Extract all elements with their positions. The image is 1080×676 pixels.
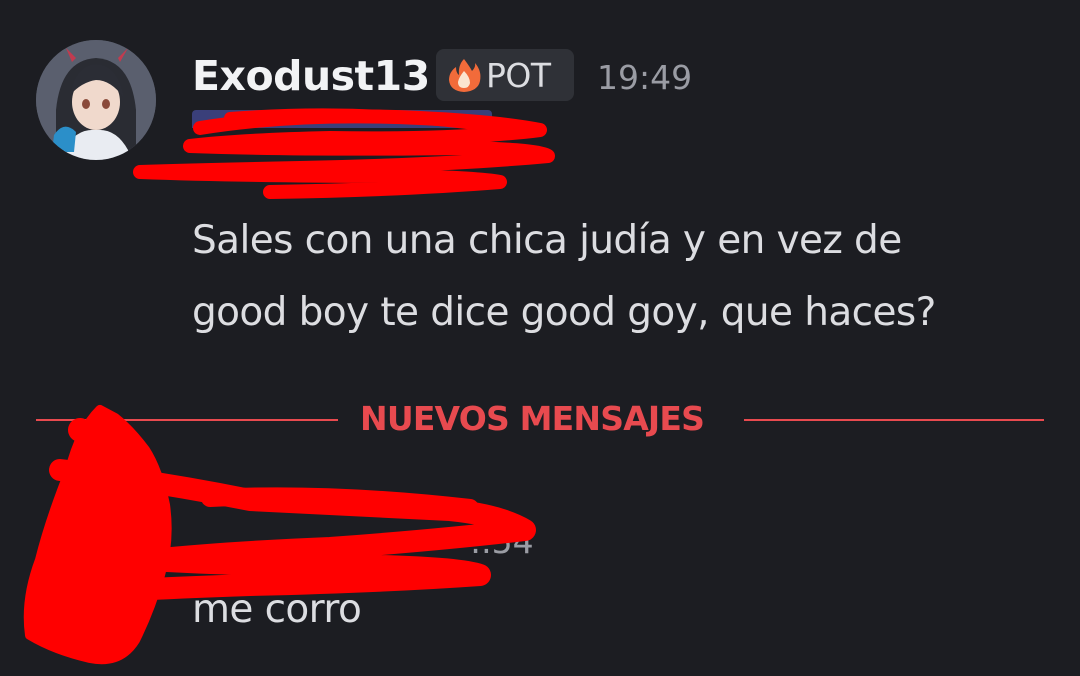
message-content: Sales con una chica judía y en vez de go… xyxy=(192,205,1052,349)
message-line-2: good boy te dice good goy, que haces? xyxy=(192,290,936,335)
divider-line-left xyxy=(36,419,338,421)
divider-line-right xyxy=(744,419,1044,421)
user-avatar[interactable] xyxy=(36,40,156,160)
tag-label: POT xyxy=(486,55,551,95)
username[interactable]: Exodust13 xyxy=(192,50,430,102)
chat-canvas: Exodust13 POT 19:49 Sales con una chica … xyxy=(0,0,1080,676)
message-timestamp: 19:49 xyxy=(597,58,693,97)
reply-reference[interactable] xyxy=(192,110,492,128)
avatar-anime-icon xyxy=(36,40,156,160)
message-content-2: me corro xyxy=(192,587,362,632)
flame-icon xyxy=(449,59,481,92)
user-tag-badge[interactable]: POT xyxy=(436,49,574,101)
message-timestamp-2: :.54 xyxy=(470,522,534,561)
new-messages-divider: NUEVOS MENSAJES xyxy=(36,399,1044,438)
divider-label: NUEVOS MENSAJES xyxy=(360,399,705,438)
message-line-1: Sales con una chica judía y en vez de xyxy=(192,218,902,263)
